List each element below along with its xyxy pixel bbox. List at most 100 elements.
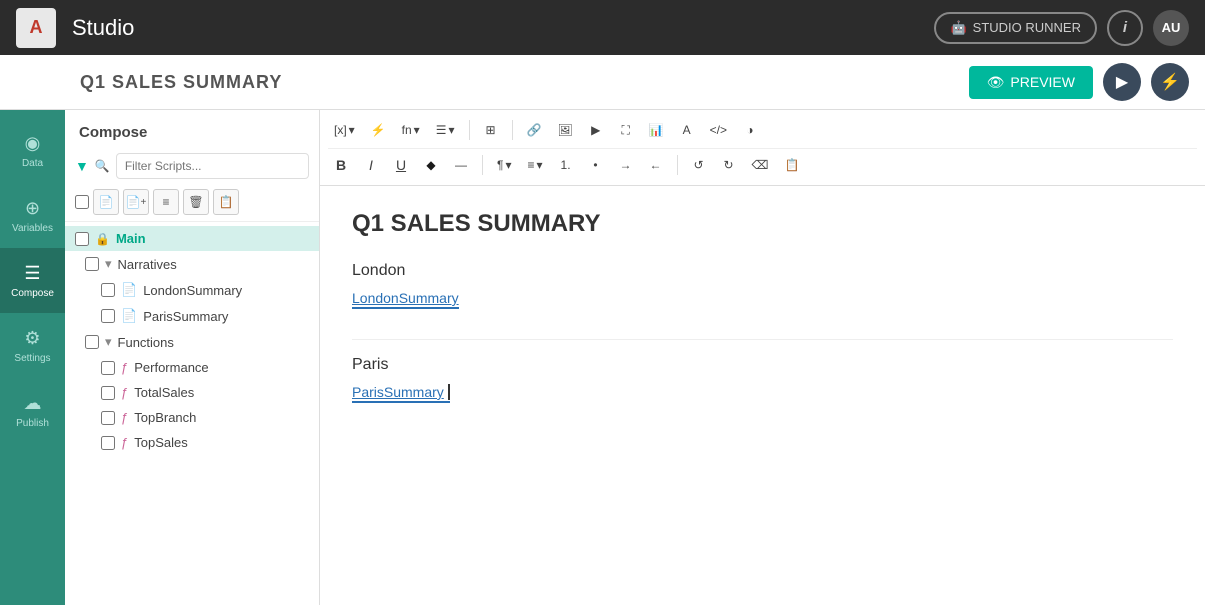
ordered-list-button[interactable]: 1. (553, 152, 579, 178)
variables-icon: ⊕ (25, 198, 40, 219)
logo-text: A (30, 17, 43, 38)
paris-summary-label: ParisSummary (143, 309, 228, 324)
code-button[interactable]: </> (704, 117, 733, 143)
sidebar-item-publish[interactable]: ☁ Publish (0, 378, 65, 443)
align-icon: ≡ (527, 158, 534, 172)
format-button[interactable]: ☰▾ (430, 117, 461, 143)
info-button[interactable]: i (1107, 10, 1143, 46)
bold-icon: B (336, 157, 346, 173)
text-icon: A (683, 123, 691, 137)
paragraph-button[interactable]: ¶▾ (491, 152, 517, 178)
tree-item-top-branch[interactable]: ƒ TopBranch (65, 405, 319, 430)
top-sales-checkbox[interactable] (101, 436, 115, 450)
select-all-checkbox[interactable] (75, 195, 89, 209)
tree-item-main[interactable]: 🔒 Main (65, 226, 319, 251)
compose-toolbar: 📄 📄+ ≡ 🗑 📋 (65, 183, 319, 222)
tree-item-total-sales[interactable]: ƒ TotalSales (65, 380, 319, 405)
editor-content[interactable]: Q1 SALES SUMMARY London LondonSummary Pa… (320, 186, 1205, 605)
filter-input[interactable] (116, 153, 309, 179)
video-icon: ▶ (591, 123, 600, 137)
eraser-button[interactable]: ⌫ (746, 152, 775, 178)
redo-button[interactable]: ↻ (716, 152, 742, 178)
compose-header: Compose (65, 110, 319, 149)
london-summary-link[interactable]: LondonSummary (352, 290, 459, 309)
add-script-button[interactable]: 📄+ (123, 189, 149, 215)
paris-link[interactable]: ParisSummary (352, 384, 1173, 423)
section-heading-london: London (352, 262, 1173, 280)
unordered-list-button[interactable]: • (583, 152, 609, 178)
underline-button[interactable]: U (388, 152, 414, 178)
sub-header-actions: 👁 PREVIEW ▶ ⚡ (969, 63, 1189, 101)
sidebar-item-settings-label: Settings (14, 353, 50, 364)
studio-runner-button[interactable]: 🤖 STUDIO RUNNER (934, 12, 1097, 44)
fn-icon-total-sales: ƒ (121, 385, 128, 400)
preview-button[interactable]: 👁 PREVIEW (969, 66, 1093, 99)
tree-item-narratives[interactable]: ▾ Narratives (65, 251, 319, 277)
link-icon: 🔗 (527, 123, 542, 137)
text-button[interactable]: A (674, 117, 700, 143)
tree-container: 🔒 Main ▾ Narratives 📄 LondonSummary 📄 Pa… (65, 222, 319, 605)
narratives-checkbox[interactable] (85, 257, 99, 271)
performance-checkbox[interactable] (101, 361, 115, 375)
london-link[interactable]: LondonSummary (352, 290, 1173, 329)
variable-button[interactable]: [x]▾ (328, 117, 361, 143)
avatar-button[interactable]: AU (1153, 10, 1189, 46)
info-icon: i (1123, 19, 1127, 36)
paris-summary-link[interactable]: ParisSummary (352, 384, 450, 403)
analytics-button[interactable]: ⚡ (1151, 63, 1189, 101)
tree-item-functions[interactable]: ▾ Functions (65, 329, 319, 355)
tree-item-london-summary[interactable]: 📄 LondonSummary (65, 277, 319, 303)
toggle-button[interactable]: ◑ (737, 117, 763, 143)
tree-item-performance[interactable]: ƒ Performance (65, 355, 319, 380)
functions-checkbox[interactable] (85, 335, 99, 349)
indent-less-button[interactable]: ← (643, 152, 669, 178)
italic-button[interactable]: I (358, 152, 384, 178)
narratives-label: Narratives (118, 257, 177, 272)
main-label: Main (116, 231, 146, 246)
folder-arrow-icon: ▾ (105, 256, 112, 272)
code-icon: </> (710, 123, 727, 137)
preview-label: PREVIEW (1010, 74, 1075, 90)
tree-item-top-sales[interactable]: ƒ TopSales (65, 430, 319, 455)
delete-button[interactable]: 🗑 (183, 189, 209, 215)
strikethrough-button[interactable]: — (448, 152, 474, 178)
separator-3 (482, 155, 483, 175)
sidebar-item-variables[interactable]: ⊕ Variables (0, 183, 65, 248)
performance-label: Performance (134, 360, 208, 375)
sidebar-item-compose[interactable]: ☰ Compose (0, 248, 65, 313)
sidebar-item-data[interactable]: ◉ Data (0, 118, 65, 183)
new-script-button[interactable]: 📄 (93, 189, 119, 215)
top-branch-checkbox[interactable] (101, 411, 115, 425)
align-button[interactable]: ≡▾ (521, 152, 548, 178)
london-summary-checkbox[interactable] (101, 283, 115, 297)
tree-item-paris-summary[interactable]: 📄 ParisSummary (65, 303, 319, 329)
paris-summary-checkbox[interactable] (101, 309, 115, 323)
sort-button[interactable]: ≡ (153, 189, 179, 215)
section-divider-1 (352, 339, 1173, 340)
doc-title: Q1 SALES SUMMARY (352, 210, 1173, 238)
total-sales-checkbox[interactable] (101, 386, 115, 400)
format-icon: ☰ (436, 123, 447, 137)
indent-more-button[interactable]: → (613, 152, 639, 178)
header-right: 🤖 STUDIO RUNNER i AU (934, 10, 1189, 46)
video-button[interactable]: ▶ (583, 117, 609, 143)
image-button[interactable]: 🖼 (551, 117, 578, 143)
clipboard-button[interactable]: 📋 (779, 152, 806, 178)
image-icon: 🖼 (557, 123, 572, 137)
table-button[interactable]: ⊞ (478, 117, 504, 143)
expand-button[interactable]: ⛶ (613, 117, 639, 143)
publish-icon: ☁ (24, 393, 42, 414)
sidebar-item-settings[interactable]: ⚙ Settings (0, 313, 65, 378)
link-button[interactable]: 🔗 (521, 117, 548, 143)
run-button[interactable]: ▶ (1103, 63, 1141, 101)
bold-button[interactable]: B (328, 152, 354, 178)
color-button[interactable]: ◆ (418, 152, 444, 178)
function-button[interactable]: fn▾ (396, 117, 426, 143)
main-checkbox[interactable] (75, 232, 89, 246)
chart-button[interactable]: 📊 (643, 117, 670, 143)
sidebar-item-variables-label: Variables (12, 223, 53, 234)
undo-button[interactable]: ↺ (686, 152, 712, 178)
separator-2 (512, 120, 513, 140)
branch-button[interactable]: ⚡ (365, 117, 392, 143)
copy-button[interactable]: 📋 (213, 189, 239, 215)
